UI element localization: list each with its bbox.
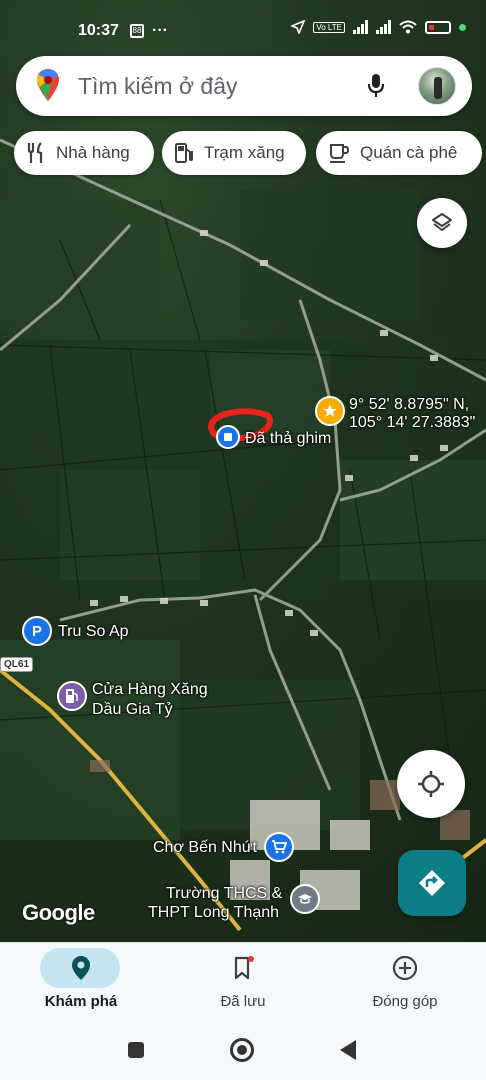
home-button[interactable] — [230, 1038, 254, 1062]
layers-icon — [432, 213, 452, 231]
status-time: 10:37 — [78, 22, 119, 39]
tab-saved[interactable]: Đã lưu — [162, 943, 324, 1028]
star-icon[interactable] — [315, 396, 345, 426]
school-icon[interactable] — [290, 884, 320, 914]
status-bar: 10:37 88 ··· Vo LTE — [0, 0, 486, 60]
tab-label: Khám phá — [44, 993, 118, 1010]
gas-pump-icon — [175, 143, 193, 163]
tab-label: Đã lưu — [220, 993, 266, 1010]
tab-explore[interactable]: Khám phá — [0, 943, 162, 1028]
chip-label: Trạm xăng — [204, 143, 285, 162]
battery-icon — [425, 20, 451, 34]
location-arrow-icon — [291, 20, 306, 34]
google-maps-logo-icon — [37, 69, 59, 101]
place-label-school-line1[interactable]: Trường THCS & — [166, 884, 282, 904]
add-circle-icon — [392, 955, 418, 981]
recents-button[interactable] — [128, 1042, 144, 1058]
dropped-pin-icon[interactable] — [216, 425, 240, 449]
place-label-gas-line2[interactable]: Dầu Gia Tỷ — [92, 700, 173, 720]
fork-knife-icon — [27, 142, 43, 163]
system-navigation-bar — [0, 1027, 486, 1080]
place-label-gas-line1[interactable]: Cửa Hàng Xăng — [92, 680, 208, 700]
directions-button[interactable] — [398, 850, 466, 916]
volte-icon: Vo LTE — [313, 21, 345, 33]
bookmark-icon — [234, 956, 254, 980]
google-attribution: Google — [22, 900, 95, 925]
road-badge: QL61 — [0, 657, 34, 672]
signal-icon-2 — [376, 20, 391, 34]
dropped-pin-label[interactable]: Đã thả ghim — [245, 429, 331, 449]
tab-contribute[interactable]: Đóng góp — [324, 943, 486, 1028]
parking-icon[interactable]: P — [22, 616, 52, 646]
coordinates-line1: 9° 52' 8.8795" N, — [349, 396, 470, 413]
back-button[interactable] — [340, 1040, 356, 1060]
shopping-cart-icon[interactable] — [264, 832, 294, 862]
microphone-icon[interactable] — [366, 73, 386, 99]
signal-icon — [353, 20, 368, 34]
explore-pin-icon — [72, 956, 90, 980]
directions-arrow-icon — [419, 870, 445, 896]
crosshair-icon — [418, 771, 444, 797]
bottom-navigation: Khám phá Đã lưu Đóng góp — [0, 942, 486, 1027]
avatar[interactable] — [418, 67, 456, 105]
more-dots-icon: ··· — [152, 22, 168, 39]
gas-station-icon[interactable] — [57, 681, 87, 711]
coordinates-line2: 105° 14' 27.3883" — [349, 414, 476, 431]
chip-restaurants[interactable]: Nhà hàng — [14, 131, 154, 175]
chip-label: Nhà hàng — [56, 143, 130, 162]
place-label-school-line2[interactable]: THPT Long Thạnh — [148, 903, 279, 923]
search-bar[interactable]: Tìm kiếm ở đây — [16, 56, 472, 116]
privacy-dot-icon — [459, 23, 466, 31]
tab-label: Đóng góp — [372, 993, 438, 1010]
coffee-cup-icon — [330, 144, 350, 163]
search-input[interactable]: Tìm kiếm ở đây — [78, 73, 238, 100]
chip-coffee[interactable]: Quán cà phê — [316, 131, 482, 175]
wifi-icon — [399, 20, 417, 34]
layers-button[interactable] — [417, 198, 467, 248]
place-label-cho-ben-nhut[interactable]: Chợ Bến Nhứt — [153, 838, 257, 858]
my-location-button[interactable] — [397, 750, 465, 818]
chip-gas-stations[interactable]: Trạm xăng — [162, 131, 306, 175]
sim-icon: 88 — [130, 24, 144, 38]
chip-label: Quán cà phê — [360, 143, 458, 162]
place-label-tru-so-ap[interactable]: Tru So Ap — [58, 622, 129, 642]
